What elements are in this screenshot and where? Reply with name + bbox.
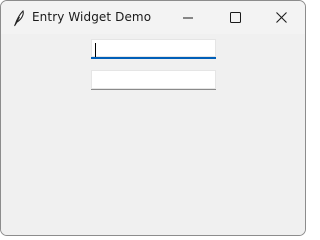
- entry-field-1[interactable]: [91, 39, 216, 59]
- window-content: [1, 34, 305, 235]
- feather-icon: [11, 9, 27, 27]
- title-bar[interactable]: Entry Widget Demo: [1, 1, 305, 34]
- minimize-icon: [183, 13, 193, 23]
- close-icon: [275, 12, 287, 23]
- minimize-button[interactable]: [165, 1, 211, 34]
- close-button[interactable]: [258, 1, 304, 34]
- entry-field-2[interactable]: [91, 70, 216, 90]
- text-cursor: [95, 43, 96, 57]
- maximize-button[interactable]: [212, 1, 258, 34]
- window-title: Entry Widget Demo: [32, 10, 152, 24]
- maximize-icon: [229, 12, 241, 23]
- app-window: Entry Widget Demo: [0, 0, 306, 236]
